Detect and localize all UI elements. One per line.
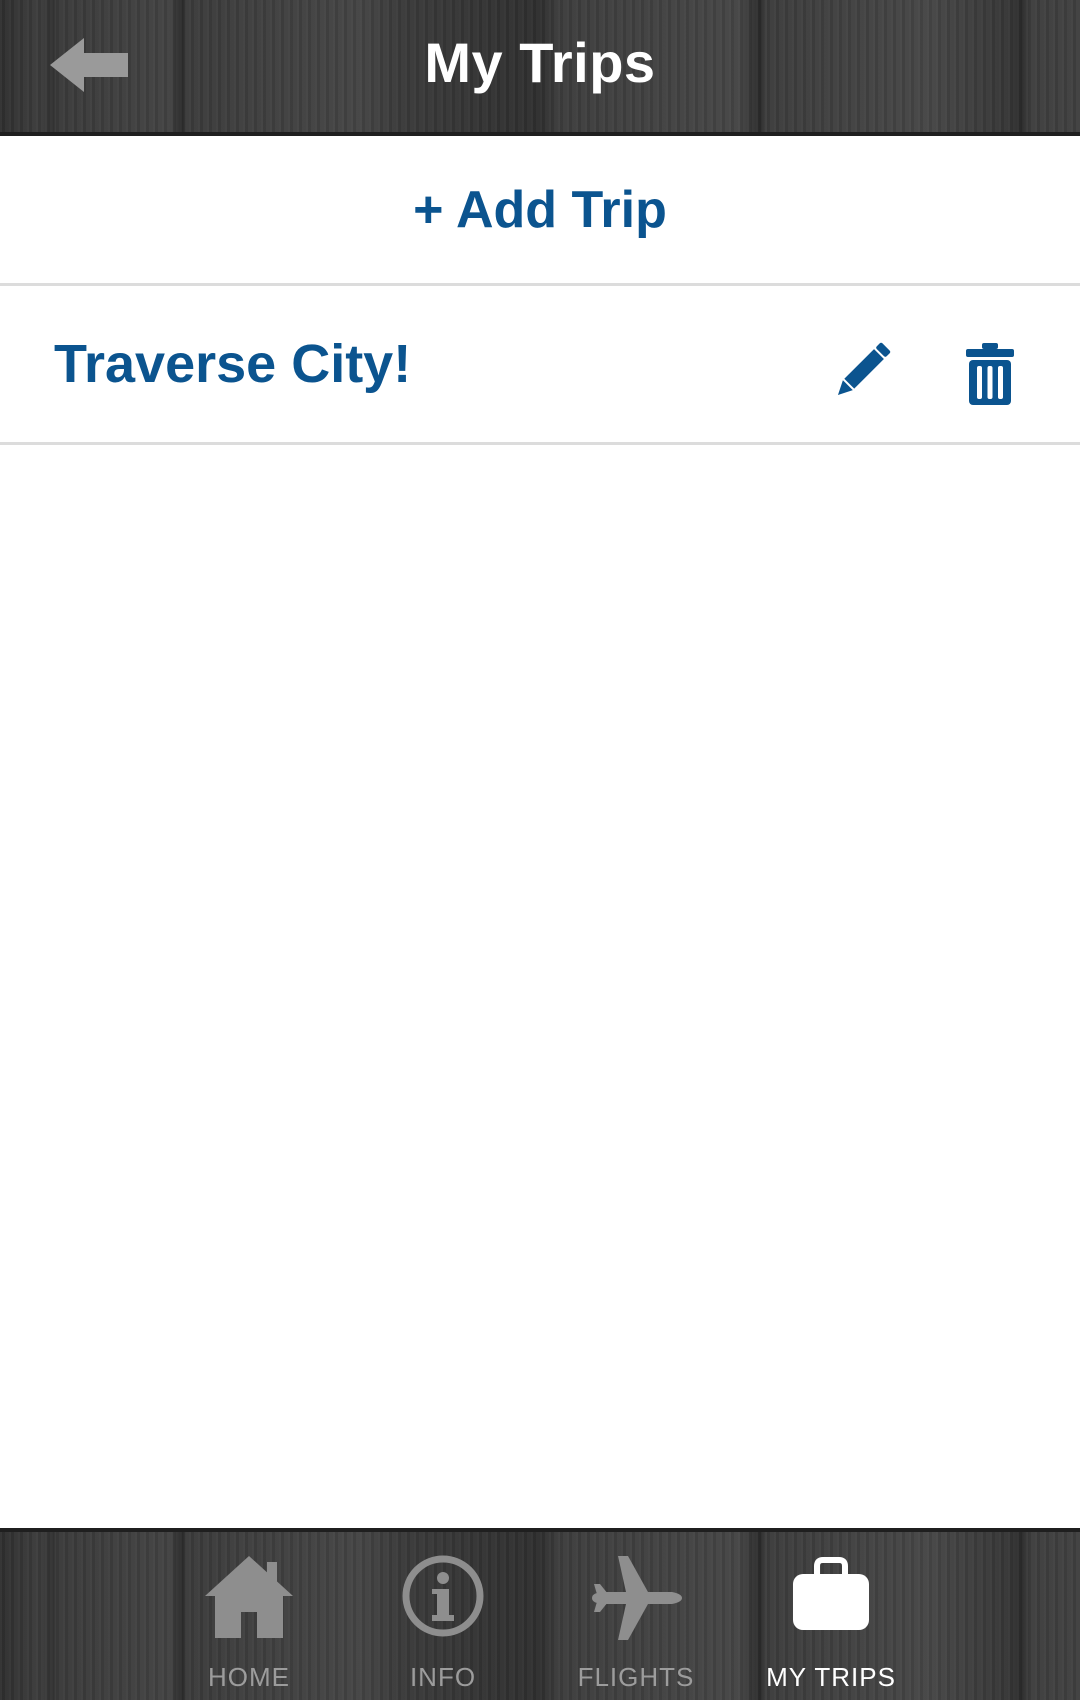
- app-root: My Trips + Add Trip Traverse City! HOME …: [0, 0, 1080, 1700]
- list-item[interactable]: Traverse City!: [0, 289, 1080, 445]
- airplane-icon: [592, 1556, 682, 1640]
- trip-name: Traverse City!: [54, 334, 412, 394]
- nav-label-my-trips: MY TRIPS: [766, 1662, 896, 1692]
- page-title: My Trips: [424, 31, 656, 94]
- bottom-nav: HOME INFO FLIGHTS MY TRIPS: [0, 1528, 1080, 1700]
- nav-label-home: HOME: [208, 1662, 290, 1692]
- nav-label-info: INFO: [409, 1662, 477, 1692]
- home-icon: [205, 1556, 293, 1638]
- nav-item-my-trips[interactable]: MY TRIPS: [736, 1532, 926, 1700]
- nav-item-info[interactable]: INFO: [348, 1532, 538, 1700]
- suitcase-icon: [793, 1557, 869, 1630]
- add-trip-button[interactable]: + Add Trip: [0, 136, 1080, 286]
- nav-item-home[interactable]: HOME: [154, 1532, 344, 1700]
- trash-icon: [966, 343, 1014, 405]
- pencil-icon: [837, 342, 891, 396]
- info-icon: [402, 1555, 484, 1637]
- nav-item-flights[interactable]: FLIGHTS: [541, 1532, 731, 1700]
- delete-trip-button[interactable]: [962, 341, 1018, 407]
- nav-label-flights: FLIGHTS: [577, 1662, 695, 1692]
- edit-trip-button[interactable]: [826, 335, 898, 407]
- top-bar: My Trips: [0, 0, 1080, 136]
- add-trip-label: + Add Trip: [413, 180, 667, 239]
